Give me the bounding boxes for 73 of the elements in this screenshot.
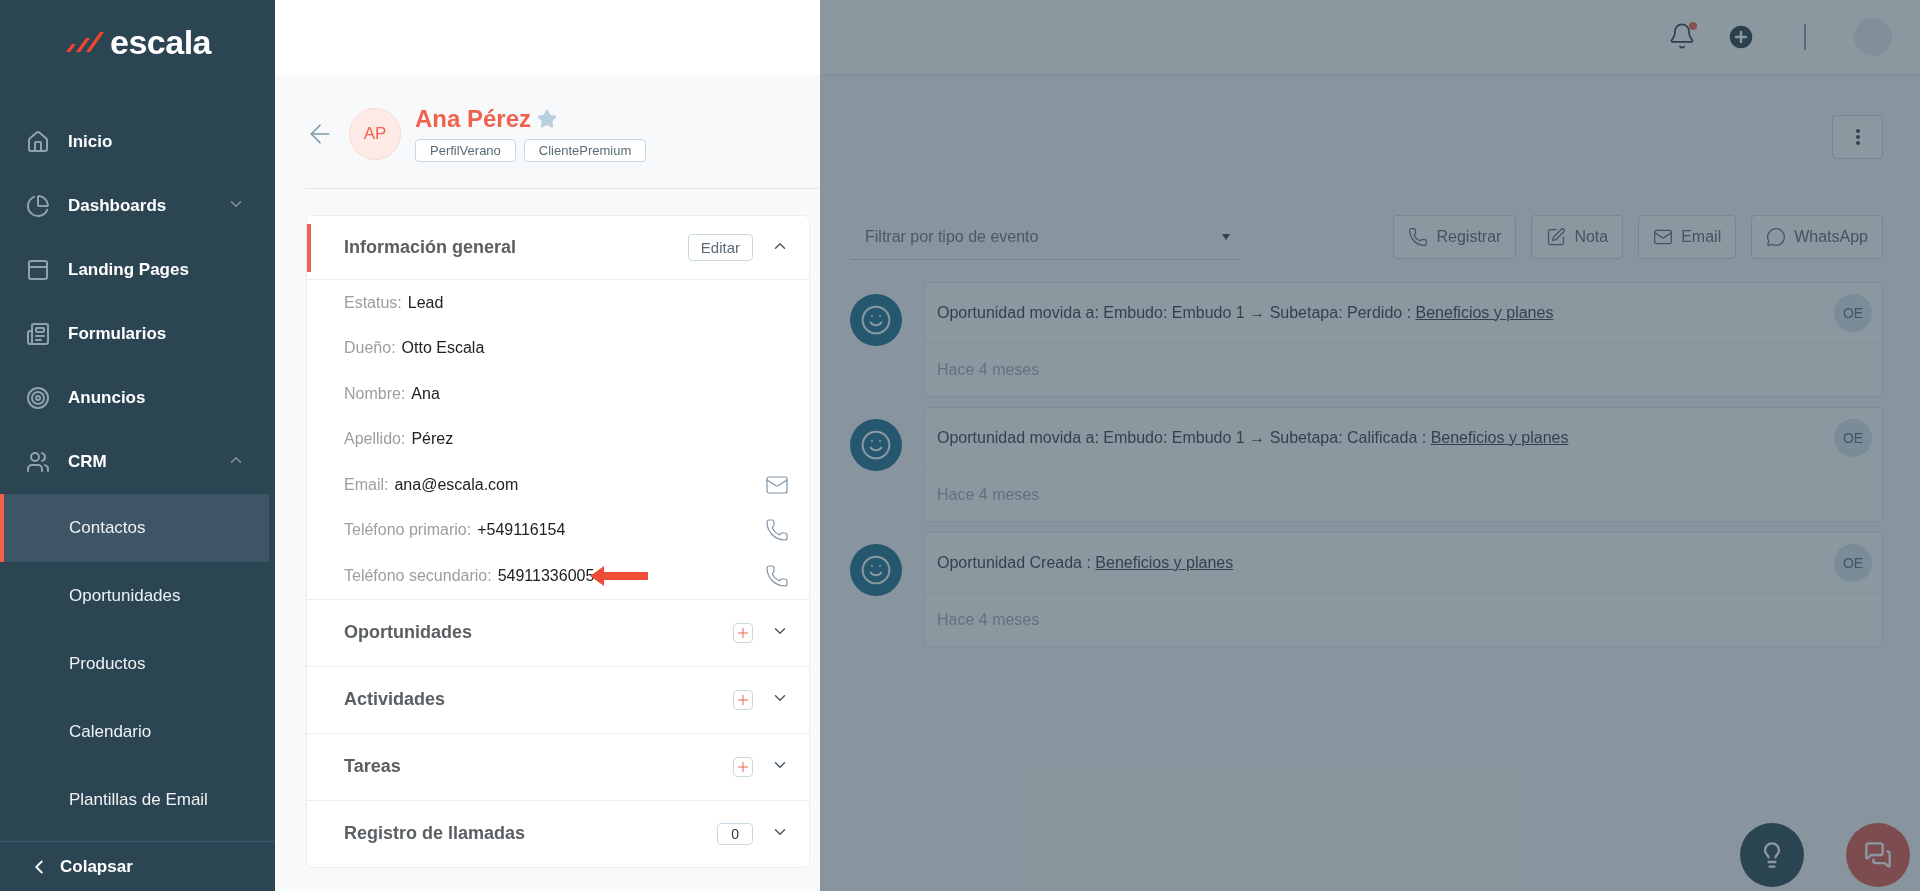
nav-label: Landing Pages [68, 260, 190, 280]
nav-subitem[interactable]: Plantillas de Email [0, 766, 269, 834]
event-link[interactable]: Beneficios y planes [1095, 553, 1234, 571]
more-icon [1855, 129, 1860, 145]
nav-label: Formularios [68, 324, 168, 344]
event-text: Oportunidad movida a: Embudo: Embudo 1 → Subetapa: Perdido : Beneficios y planes [937, 303, 1554, 322]
add-button[interactable] [733, 756, 753, 777]
event-link[interactable]: Beneficios y planes [1415, 303, 1554, 321]
nav-label: Dashboards [68, 196, 168, 216]
field-text: Email: ana@escala.com [344, 475, 520, 494]
event-link[interactable]: Beneficios y planes [1430, 428, 1569, 446]
nav-item[interactable]: Landing Pages [0, 238, 275, 302]
user-initials-avatar: OE [1834, 293, 1872, 332]
phone-icon[interactable] [765, 563, 789, 588]
star-icon[interactable] [537, 109, 558, 129]
event-text: Oportunidad Creada : Beneficios y planes [937, 553, 1234, 572]
nav-item[interactable]: Dashboards [0, 174, 275, 238]
contact-avatar: AP [349, 107, 401, 160]
smiley-icon [860, 554, 892, 586]
pencil-square-icon [1546, 227, 1567, 247]
section-title: Actividades [344, 689, 447, 710]
section-title: Tareas [344, 756, 402, 777]
field-text: Dueño: Otto Escala [344, 339, 486, 358]
smiley-icon [860, 304, 892, 336]
contact-tag: PerfilVerano [415, 139, 516, 162]
nav-subitem[interactable]: Productos [0, 630, 269, 698]
bell-icon [1668, 22, 1696, 50]
field-text: Estatus: Lead [344, 293, 445, 312]
field-text: Nombre: Ana [344, 384, 441, 403]
collapse-label: Colapsar [60, 856, 133, 877]
people-icon [26, 450, 50, 474]
window-icon [26, 258, 50, 282]
nav-item[interactable]: CRM [0, 430, 275, 494]
nav-subitem[interactable]: Contactos [0, 494, 269, 562]
add-button[interactable] [733, 689, 753, 710]
contact-tag: ClientePremium [523, 139, 647, 162]
field-text: Teléfono secundario: 54911336005 [344, 565, 765, 586]
form-icon [26, 322, 50, 346]
envelope-icon [1653, 227, 1674, 247]
chat-icon [1864, 841, 1892, 869]
logo-text: escala [110, 22, 211, 62]
add-button[interactable] [733, 622, 753, 643]
smiley-icon [860, 429, 892, 461]
contact-name: Ana Pérez [415, 105, 532, 133]
nav-item[interactable]: Anuncios [0, 366, 275, 430]
nav-item[interactable]: Formularios [0, 302, 275, 366]
user-initials-avatar: OE [1834, 418, 1872, 457]
nav-subitem[interactable]: Oportunidades [0, 562, 269, 630]
pie-chart-icon [26, 194, 50, 218]
edit-button[interactable]: Editar [687, 234, 753, 261]
add-icon[interactable] [1726, 22, 1756, 52]
phone-icon[interactable] [765, 518, 789, 543]
nav-label: Anuncios [68, 388, 147, 408]
field-text: Apellido: Pérez [344, 430, 455, 449]
phone-icon [1408, 227, 1429, 247]
target-icon [26, 386, 50, 410]
home-icon [26, 130, 50, 154]
nav-label: Inicio [68, 132, 114, 152]
user-initials-avatar: OE [1834, 543, 1872, 582]
logo-icon [64, 30, 104, 54]
event-text: Oportunidad movida a: Embudo: Embudo 1 → Subetapa: Calificada : Beneficios y planes [937, 428, 1569, 447]
field-text: Teléfono primario: +549116154 [344, 521, 567, 540]
section-title: Información general [344, 237, 518, 258]
chat-bubble-icon [1766, 227, 1787, 247]
section-title: Oportunidades [344, 622, 473, 643]
filter-placeholder: Filtrar por tipo de evento [865, 227, 1039, 246]
section-title: Registro de llamadas [344, 823, 527, 844]
nav-item[interactable]: Inicio [0, 110, 275, 174]
caret-icon [1222, 233, 1230, 240]
nav-label: CRM [68, 452, 108, 472]
count-badge: 0 [717, 822, 753, 845]
nav-subitem[interactable]: Calendario [0, 698, 269, 766]
more-button[interactable] [1832, 115, 1883, 159]
